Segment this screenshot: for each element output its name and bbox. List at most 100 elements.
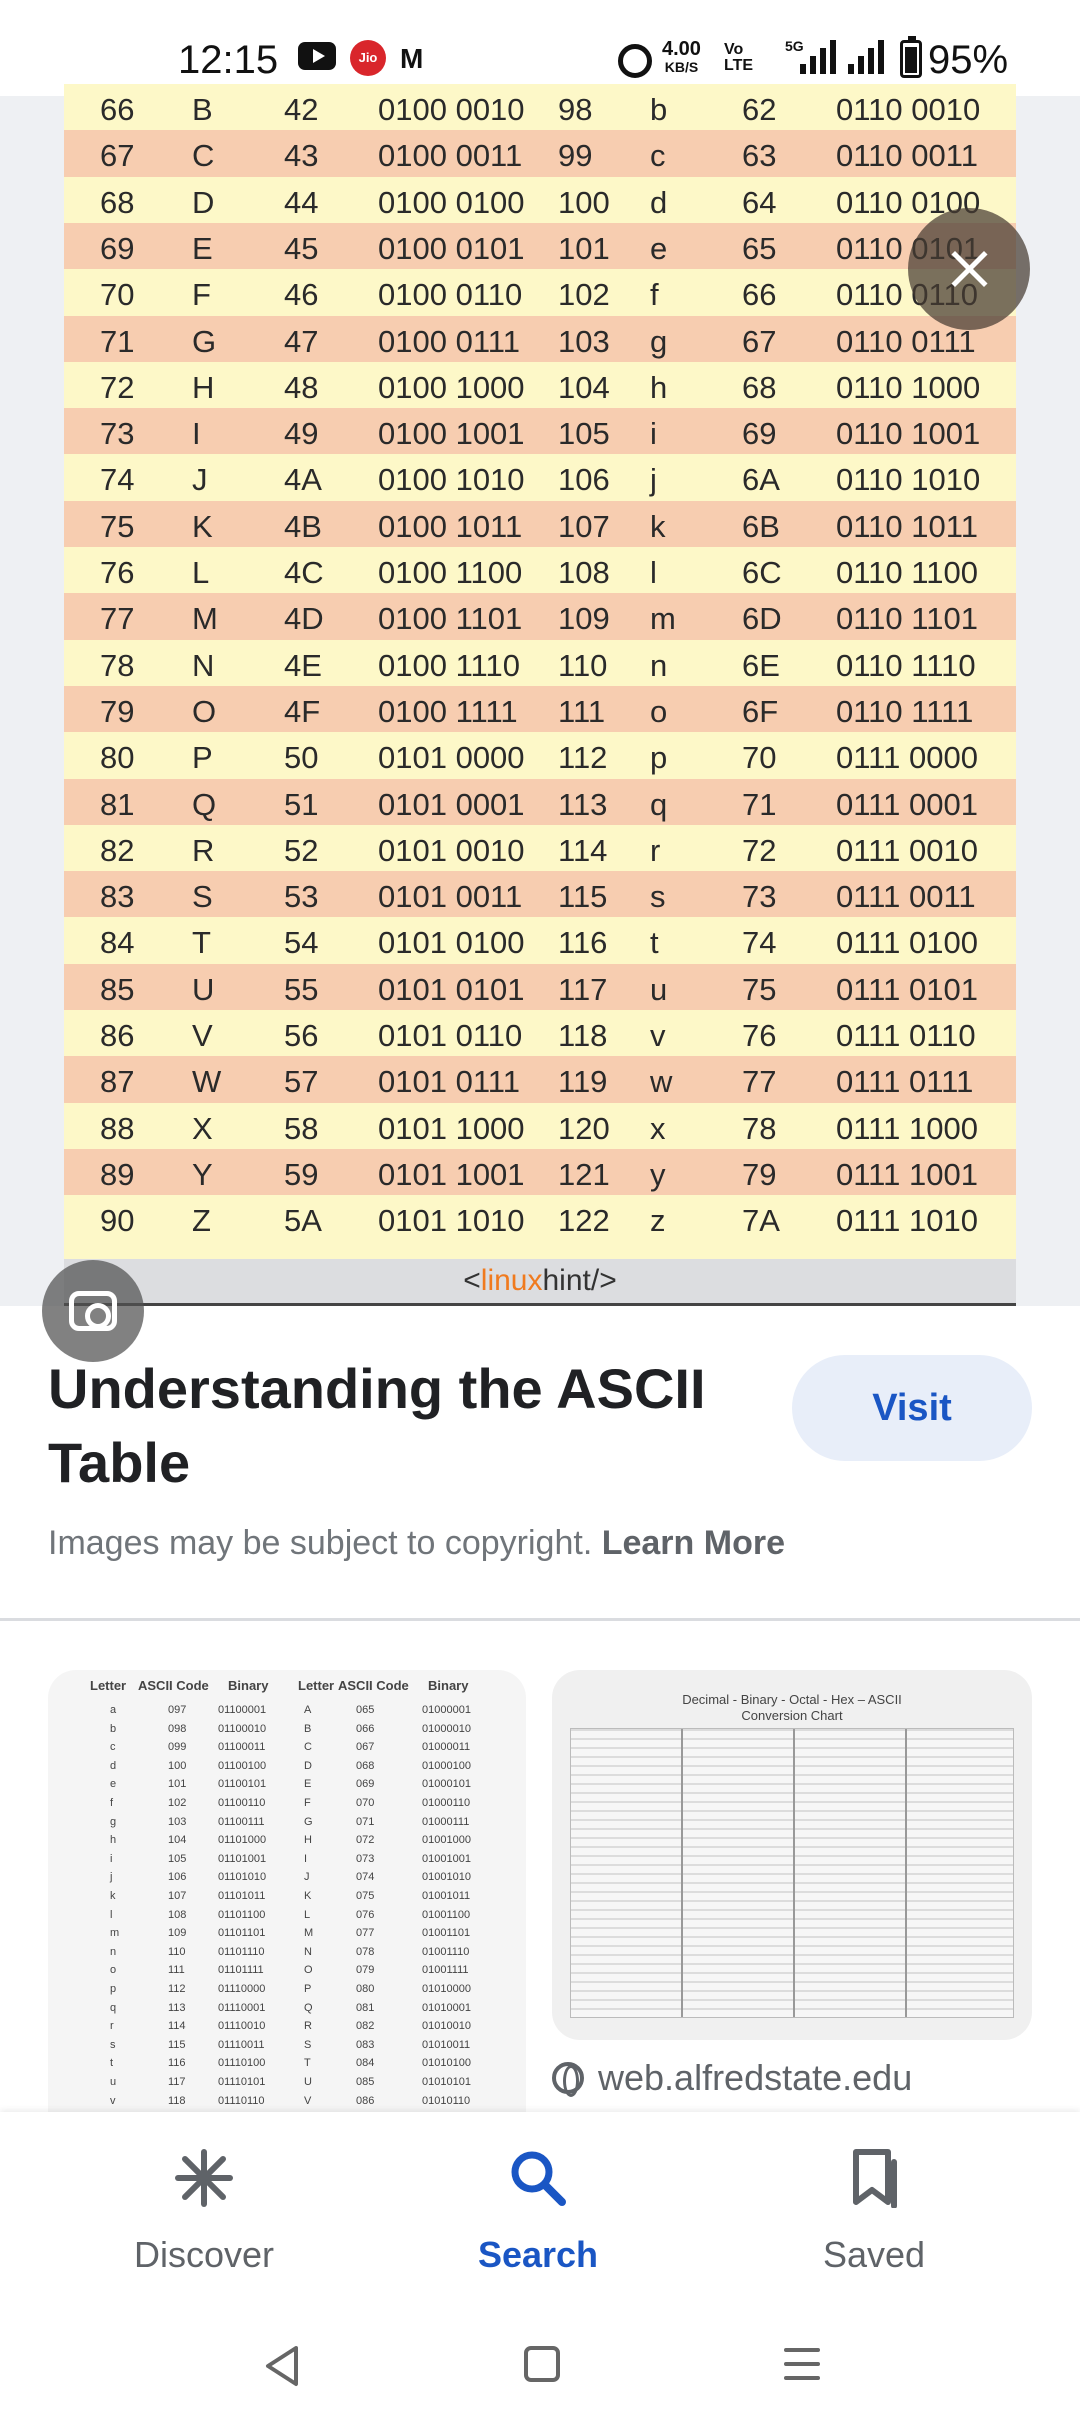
- thumbnail-table-cell: 01100011: [218, 1741, 266, 1754]
- ascii-table-row: 87 W 57 0101 0111 119 w 77 0111 0111: [64, 1056, 1016, 1103]
- ascii-table-cell: 46: [284, 277, 319, 313]
- ascii-table-image[interactable]: 90 Z 5A 0101 1010 122 z 7A 0111 1010 89 Y 59 0101 1…: [64, 84, 1016, 1306]
- thumbnail-table-cell: S: [304, 2038, 312, 2051]
- ascii-table-cell: 0100 1000: [378, 369, 525, 405]
- back-icon[interactable]: [262, 2344, 302, 2388]
- home-icon[interactable]: [522, 2344, 562, 2384]
- thumbnail-table-cell: e: [110, 1778, 117, 1791]
- ascii-table-cell: Y: [192, 1156, 213, 1192]
- ascii-table-cell: 117: [558, 971, 608, 1007]
- thumbnail-table-cell: 115: [168, 2038, 186, 2051]
- visit-button[interactable]: Visit: [792, 1355, 1032, 1461]
- image-source[interactable]: web.alfredstate.edu: [552, 2057, 912, 2098]
- ascii-table-cell: 113: [558, 786, 608, 822]
- ascii-table-cell: 79: [742, 1156, 777, 1192]
- thumbnail-title-line: Decimal - Binary - Octal - Hex – ASCII: [682, 1692, 902, 1707]
- ascii-table-cell: R: [192, 832, 215, 868]
- ascii-table-cell: 111: [558, 693, 606, 729]
- thumbnail-table-row: o 111 01101111 O 079 01001111: [48, 1964, 526, 1982]
- ascii-table-cell: 0101 0000: [378, 740, 525, 776]
- ascii-table-cell: 103: [558, 323, 610, 359]
- ascii-table-cell: 50: [284, 740, 319, 776]
- thumbnail-table-row: a 097 01100001 A 065 01000001: [48, 1704, 526, 1722]
- ascii-table-cell: b: [650, 92, 668, 127]
- ascii-table-cell: 71: [742, 786, 777, 822]
- ascii-table-cell: x: [650, 1110, 666, 1146]
- ascii-table-cell: t: [650, 925, 659, 961]
- ascii-table-cell: 115: [558, 879, 608, 915]
- thumbnail-table-cell: Q: [304, 2001, 313, 2014]
- nav-discover[interactable]: Discover: [74, 2138, 334, 2278]
- recents-icon[interactable]: [782, 2344, 822, 2384]
- thumbnail-table-row: e 101 01100101 E 069 01000101: [48, 1778, 526, 1796]
- ascii-table-cell: Z: [192, 1203, 211, 1239]
- ascii-table-cell: 78: [100, 647, 135, 683]
- thumbnail-table-row: b 098 01100010 B 066 01000010: [48, 1723, 526, 1741]
- ascii-table-cell: 75: [100, 508, 135, 544]
- thumbnail-table-cell: k: [110, 1890, 116, 1902]
- thumbnail-table-cell: 01100110: [218, 1797, 266, 1809]
- ascii-table-cell: 63: [742, 138, 777, 174]
- thumbnail-table-cell: 01001000: [422, 1834, 471, 1847]
- ascii-table-cell: 6B: [742, 508, 780, 544]
- thumbnail-table-cell: K: [304, 1890, 312, 1902]
- thumbnail-table-cell: 01101001: [218, 1852, 267, 1865]
- thumbnail-table-cell: 01100111: [218, 1815, 265, 1828]
- ascii-table-cell: 83: [100, 879, 135, 915]
- alarm-icon: [618, 44, 652, 78]
- thumbnail-table-cell: 01010001: [422, 2001, 471, 2014]
- nav-search[interactable]: Search: [408, 2138, 668, 2278]
- thumbnail-chart-table: [570, 1728, 1014, 2018]
- thumbnail-table-cell: 111: [168, 1964, 185, 1977]
- thumbnail-table-cell: 112: [168, 1983, 186, 1995]
- battery-level: 95%: [928, 38, 1009, 82]
- ascii-table-cell: 121: [558, 1156, 610, 1192]
- ascii-table-cell: c: [650, 138, 666, 174]
- thumbnail-table-cell: 071: [356, 1815, 375, 1828]
- thumbnail-table-cell: h: [110, 1834, 117, 1847]
- ascii-table-cell: 0111 1010: [836, 1203, 978, 1239]
- ascii-table-cell: D: [192, 184, 215, 220]
- related-image-thumbnail[interactable]: Decimal - Binary - Octal - Hex – ASCII C…: [552, 1670, 1032, 2040]
- google-lens-icon: [69, 1291, 117, 1331]
- ascii-table-cell: G: [192, 323, 217, 359]
- ascii-table-cell: 112: [558, 740, 608, 776]
- thumbnail-table-cell: b: [110, 1722, 117, 1735]
- bottom-navigation: Discover Search Saved: [0, 2112, 1080, 2302]
- thumbnail-table-cell: s: [110, 2038, 116, 2051]
- ascii-table-row: 76 L 4C 0100 1100 108 l 6C 0110 1100: [64, 547, 1016, 594]
- thumbnail-table-cell: 100: [168, 1759, 187, 1772]
- nav-saved[interactable]: Saved: [744, 2138, 1004, 2278]
- ascii-table-cell: 67: [100, 138, 135, 174]
- jio-icon: Jio: [350, 40, 386, 76]
- ascii-table-cell: N: [192, 647, 215, 683]
- thumbnail-table-cell: 108: [168, 1908, 187, 1921]
- ascii-table-cell: 66: [100, 92, 135, 127]
- ascii-table-cell: 84: [100, 925, 135, 961]
- ascii-table-cell: O: [192, 693, 217, 729]
- thumbnail-table-row: n 110 01101110 N 078 01001110: [48, 1946, 526, 1964]
- ascii-table-cell: 73: [100, 416, 135, 452]
- ascii-table-cell: 0100 1101: [378, 601, 523, 637]
- ascii-table-cell: 51: [284, 786, 319, 822]
- close-button[interactable]: [908, 208, 1030, 330]
- copyright-text: Images may be subject to copyright.: [48, 1524, 593, 1562]
- learn-more-link[interactable]: Learn More: [602, 1524, 785, 1562]
- google-lens-button[interactable]: [42, 1260, 144, 1362]
- watermark-accent: linux: [480, 1264, 543, 1297]
- thumbnail-table-cell: 01100001: [218, 1704, 267, 1716]
- related-image-thumbnail[interactable]: Letter ASCII Code Binary Letter ASCII Co…: [48, 1670, 526, 2120]
- ascii-table-cell: 0110 1101: [836, 601, 978, 637]
- ascii-table-cell: I: [192, 416, 201, 452]
- ascii-table-cell: 69: [100, 230, 135, 266]
- ascii-table-cell: 0101 0011: [378, 879, 523, 915]
- thumbnail-header-cell: Letter: [298, 1678, 335, 1693]
- page-title[interactable]: Understanding the ASCII Table: [48, 1352, 728, 1500]
- thumbnail-table-cell: 01000001: [422, 1704, 471, 1716]
- thumbnail-table-cell: 01110101: [218, 2076, 266, 2088]
- ascii-table-cell: H: [192, 369, 215, 405]
- ascii-table-cell: 0111 0101: [836, 971, 978, 1007]
- ascii-table-cell: M: [192, 601, 218, 637]
- thumbnail-table-row: t 116 01110100 T 084 01010100: [48, 2057, 526, 2075]
- thumbnail-table-cell: m: [110, 1927, 120, 1940]
